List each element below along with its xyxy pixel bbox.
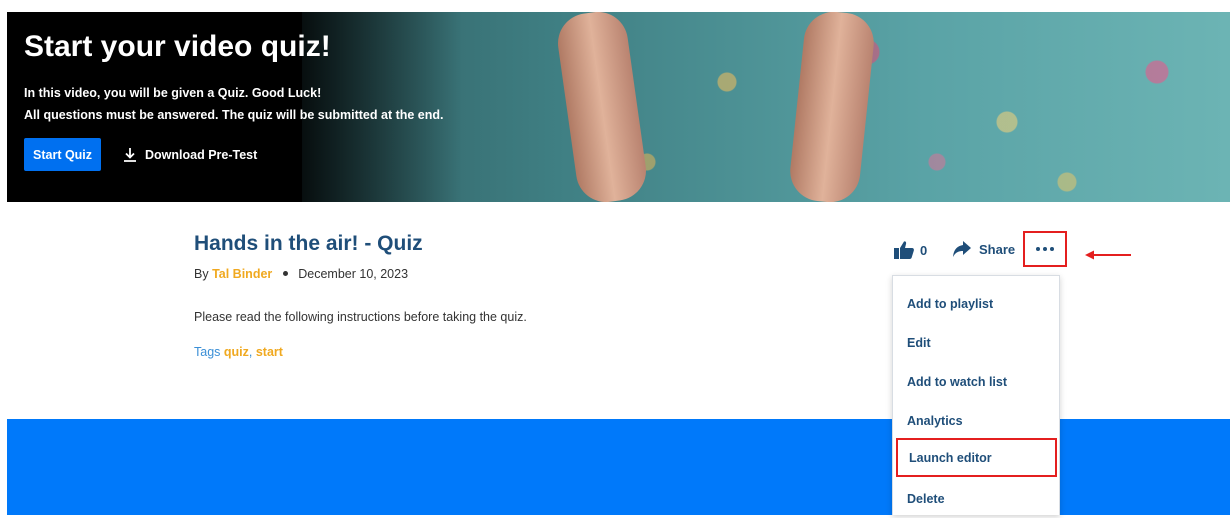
thumbs-up-icon <box>894 241 914 259</box>
download-pre-test-button[interactable]: Download Pre-Test <box>121 138 257 171</box>
tag-link-quiz[interactable]: quiz <box>224 345 249 359</box>
ellipsis-icon <box>1036 247 1054 251</box>
menu-item-add-to-playlist[interactable]: Add to playlist <box>893 284 1059 323</box>
download-pre-test-label: Download Pre-Test <box>145 147 258 162</box>
share-button[interactable]: Share <box>952 240 1015 258</box>
tags-label: Tags <box>194 345 221 359</box>
menu-item-delete[interactable]: Delete <box>893 479 1059 518</box>
hero-arm-left <box>554 12 650 202</box>
red-arrow-icon <box>1085 250 1131 260</box>
menu-item-launch-editor[interactable]: Launch editor <box>896 438 1057 477</box>
like-count: 0 <box>920 242 928 258</box>
hero-banner: Start your video quiz! In this video, yo… <box>7 12 1230 202</box>
byline: By Tal Binder December 10, 2023 <box>194 267 408 281</box>
hero-instructions-line-1: In this video, you will be given a Quiz.… <box>24 86 322 100</box>
byline-separator <box>282 271 288 276</box>
author-link[interactable]: Tal Binder <box>212 267 272 281</box>
hero-instructions-line-2: All questions must be answered. The quiz… <box>24 108 444 122</box>
entry-title: Hands in the air! - Quiz <box>194 232 423 255</box>
tag-link-start[interactable]: start <box>256 345 283 359</box>
hero-arm-right <box>787 12 877 202</box>
more-actions-button[interactable] <box>1023 231 1067 267</box>
entry-description: Please read the following instructions b… <box>194 310 527 324</box>
entry-date: December 10, 2023 <box>298 267 409 281</box>
start-quiz-button[interactable]: Start Quiz <box>24 138 102 171</box>
by-prefix: By <box>194 267 209 281</box>
menu-item-add-to-watch-list[interactable]: Add to watch list <box>893 362 1059 401</box>
share-label: Share <box>979 241 1016 257</box>
download-icon <box>124 147 136 162</box>
menu-item-analytics[interactable]: Analytics <box>893 401 1059 440</box>
like-button[interactable]: 0 <box>893 240 927 260</box>
tags: Tags quiz, start <box>194 345 283 359</box>
hero-title: Start your video quiz! <box>24 30 331 63</box>
actions-dropdown-menu: Add to playlist Edit Add to watch list A… <box>892 275 1060 515</box>
share-arrow-icon <box>953 241 971 257</box>
menu-item-edit[interactable]: Edit <box>893 323 1059 362</box>
